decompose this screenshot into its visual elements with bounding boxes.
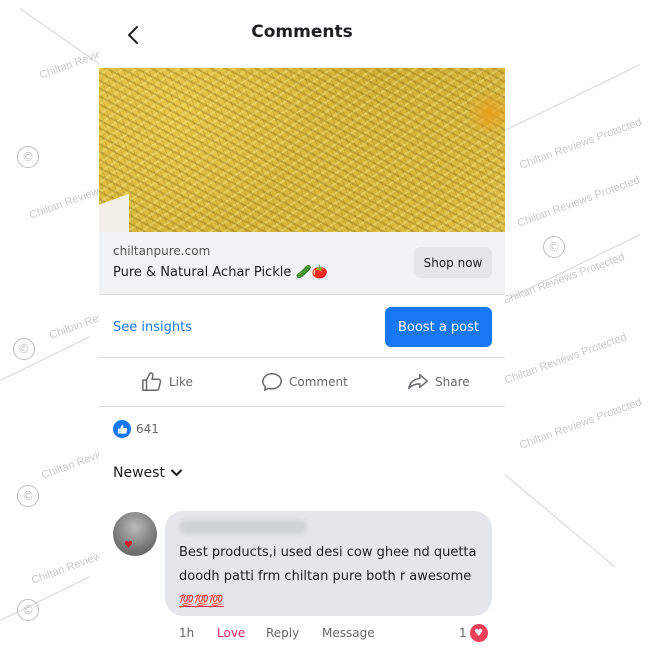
sort-label: Newest [113,465,165,481]
comment-bubble[interactable]: Best products,i used desi cow ghee nd qu… [165,511,492,616]
page-title: Comments [251,22,353,42]
thumbs-up-icon [142,372,162,391]
hundred-points-icon: 💯💯💯 [179,594,224,608]
image-detail [469,88,505,138]
watermark-text: Chiltan Reviews Protected [502,331,629,387]
message-button[interactable]: Message [322,626,375,640]
watermark-text: Chiltan Reviews Protected [500,251,627,307]
comment-time: 1h [179,626,195,640]
share-icon [408,373,428,390]
divider [99,406,505,407]
like-label: Like [169,375,193,389]
avatar[interactable]: ♥ [113,512,157,556]
chevron-down-icon [170,469,182,476]
ad-link-bar[interactable]: chiltanpure.com Pure & Natural Achar Pic… [99,232,505,294]
watermark-line [504,234,641,301]
watermark-text: Chiltan Reviews Protected [517,396,644,452]
like-reaction-icon [113,420,131,438]
comment-reaction-count: 1 [459,626,467,640]
watermark-line [0,336,91,381]
love-button[interactable]: Love [217,626,245,640]
heart-icon: ♥ [124,540,133,551]
share-button[interactable]: Share [407,358,470,406]
watermark-text: Chiltan Review [29,550,104,587]
sort-dropdown[interactable]: Newest [113,465,182,481]
commenter-name-blurred [179,520,307,534]
copyright-icon: © [17,485,39,507]
comments-screen: Comments chiltanpure.com Pure & Natural … [99,0,505,650]
reaction-summary[interactable]: 641 [113,420,159,438]
header: Comments [99,0,505,68]
watermark-line [504,64,641,131]
comment-body: Best products,i used desi cow ghee nd qu… [179,545,477,584]
comment-text: Best products,i used desi cow ghee nd qu… [179,541,479,614]
reaction-count: 641 [136,422,159,436]
comment-reactions[interactable]: 1 ♥ [459,624,488,642]
copyright-icon: © [17,599,39,621]
watermark-text: Chiltan Reviews Protected [515,174,642,230]
like-button[interactable]: Like [141,358,193,406]
post-image[interactable] [99,68,505,232]
love-reaction-icon: ♥ [469,624,488,642]
watermark-text: Chiltan Review [27,185,102,222]
copyright-icon: © [17,146,39,168]
comment-icon [262,373,282,391]
see-insights-link[interactable]: See insights [113,320,192,335]
divider [99,294,505,295]
shop-now-button[interactable]: Shop now [414,247,492,278]
copyright-icon: © [13,338,35,360]
boost-post-button[interactable]: Boost a post [385,307,492,347]
comment-button[interactable]: Comment [261,358,348,406]
watermark-line [499,470,616,568]
watermark-text: Chiltan Reviews Protected [517,116,644,172]
watermark-line [0,576,91,621]
reply-button[interactable]: Reply [266,626,299,640]
ad-domain: chiltanpure.com [113,244,211,258]
ad-title: Pure & Natural Achar Pickle 🥒🍅 [113,265,328,280]
comment-label: Comment [289,375,348,389]
post-actions: Like Comment Share [99,358,505,406]
copyright-icon: © [543,236,565,258]
share-label: Share [435,375,470,389]
image-detail [99,188,129,232]
